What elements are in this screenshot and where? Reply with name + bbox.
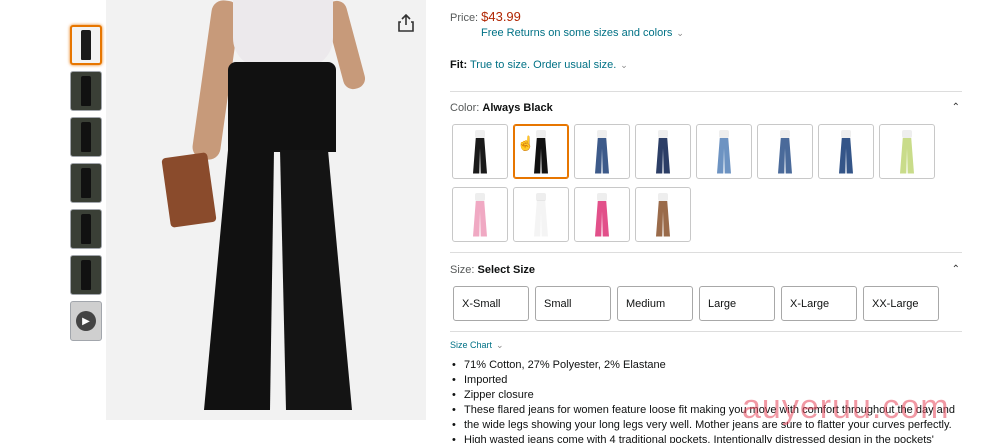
thumbnail-strip: ▶ bbox=[70, 25, 104, 347]
divider bbox=[450, 252, 962, 253]
swatch-model-image bbox=[715, 128, 733, 176]
chevron-up-icon[interactable]: ⌃ bbox=[952, 264, 960, 275]
model-top bbox=[233, 0, 333, 68]
main-product-image[interactable] bbox=[106, 0, 426, 420]
swatch-model-image bbox=[532, 191, 550, 239]
divider bbox=[450, 91, 962, 92]
watermark: auyeruu.com bbox=[742, 388, 950, 426]
hand-cursor-icon: ☝ bbox=[517, 135, 535, 151]
color-swatch-7[interactable] bbox=[818, 124, 874, 179]
swatch-model-image bbox=[837, 128, 855, 176]
jeans-leg-right bbox=[280, 150, 352, 410]
bullet-item: 71% Cotton, 27% Polyester, 2% Elastane bbox=[450, 358, 970, 373]
handbag bbox=[161, 152, 217, 228]
play-icon: ▶ bbox=[76, 311, 96, 331]
thumbnail-2[interactable] bbox=[70, 71, 102, 111]
size-button-medium[interactable]: Medium bbox=[617, 286, 693, 321]
swatch-model-image bbox=[532, 128, 550, 176]
color-swatch-10[interactable] bbox=[513, 187, 569, 242]
size-button-xxlarge[interactable]: XX-Large bbox=[863, 286, 939, 321]
bullet-item: High wasted jeans come with 4 traditiona… bbox=[450, 433, 970, 443]
size-chart-label: Size Chart bbox=[450, 340, 493, 350]
size-selected: Select Size bbox=[477, 264, 536, 276]
size-section-title: Size: Select Size bbox=[450, 264, 535, 276]
fit-label: Fit: bbox=[450, 59, 468, 71]
chevron-down-icon: ⌄ bbox=[676, 28, 684, 38]
thumbnail-3[interactable] bbox=[70, 117, 102, 157]
thumbnail-5[interactable] bbox=[70, 209, 102, 249]
size-label: Size: bbox=[450, 264, 475, 276]
thumbnail-1[interactable] bbox=[70, 25, 102, 65]
color-swatch-1[interactable] bbox=[452, 124, 508, 179]
swatch-model-image bbox=[471, 128, 489, 176]
swatch-model-image bbox=[776, 128, 794, 176]
thumbnail-4[interactable] bbox=[70, 163, 102, 203]
chevron-down-icon: ⌄ bbox=[620, 60, 628, 70]
size-button-small[interactable]: Small bbox=[535, 286, 611, 321]
color-swatch-4[interactable] bbox=[635, 124, 691, 179]
thumbnail-video[interactable]: ▶ bbox=[70, 301, 102, 341]
free-returns-text: Free Returns on some sizes and colors bbox=[481, 27, 673, 39]
free-returns-link[interactable]: Free Returns on some sizes and colors ⌄ bbox=[481, 27, 684, 39]
color-swatch-12[interactable] bbox=[635, 187, 691, 242]
swatch-model-image bbox=[654, 191, 672, 239]
fit-info[interactable]: Fit: True to size. Order usual size. ⌄ bbox=[450, 59, 628, 71]
color-selected: Always Black bbox=[482, 102, 553, 114]
divider bbox=[450, 331, 962, 332]
color-swatch-5[interactable] bbox=[696, 124, 752, 179]
bullet-item: Imported bbox=[450, 373, 970, 388]
share-icon[interactable] bbox=[396, 12, 416, 34]
color-swatch-6[interactable] bbox=[757, 124, 813, 179]
price-value: $43.99 bbox=[481, 9, 521, 24]
color-swatch-3[interactable] bbox=[574, 124, 630, 179]
thumbnail-6[interactable] bbox=[70, 255, 102, 295]
swatch-model-image bbox=[898, 128, 916, 176]
color-swatch-11[interactable] bbox=[574, 187, 630, 242]
size-button-xsmall[interactable]: X-Small bbox=[453, 286, 529, 321]
swatch-model-image bbox=[654, 128, 672, 176]
jeans-waist bbox=[228, 62, 336, 152]
color-label: Color: bbox=[450, 102, 480, 114]
swatch-model-image bbox=[471, 191, 489, 239]
size-button-large[interactable]: Large bbox=[699, 286, 775, 321]
size-chart-link[interactable]: Size Chart ⌄ bbox=[450, 340, 504, 351]
color-section-title: Color: Always Black bbox=[450, 102, 553, 114]
price-label: Price: bbox=[450, 12, 479, 24]
jeans-leg-left bbox=[204, 150, 274, 410]
chevron-down-icon: ⌄ bbox=[496, 340, 504, 350]
size-button-xlarge[interactable]: X-Large bbox=[781, 286, 857, 321]
color-swatch-9[interactable] bbox=[452, 187, 508, 242]
swatch-model-image bbox=[593, 191, 611, 239]
fit-text: True to size. Order usual size. bbox=[469, 59, 617, 71]
chevron-up-icon[interactable]: ⌃ bbox=[952, 102, 960, 113]
color-swatch-8[interactable] bbox=[879, 124, 935, 179]
swatch-model-image bbox=[593, 128, 611, 176]
price-row: Price: $43.99 bbox=[450, 9, 521, 24]
